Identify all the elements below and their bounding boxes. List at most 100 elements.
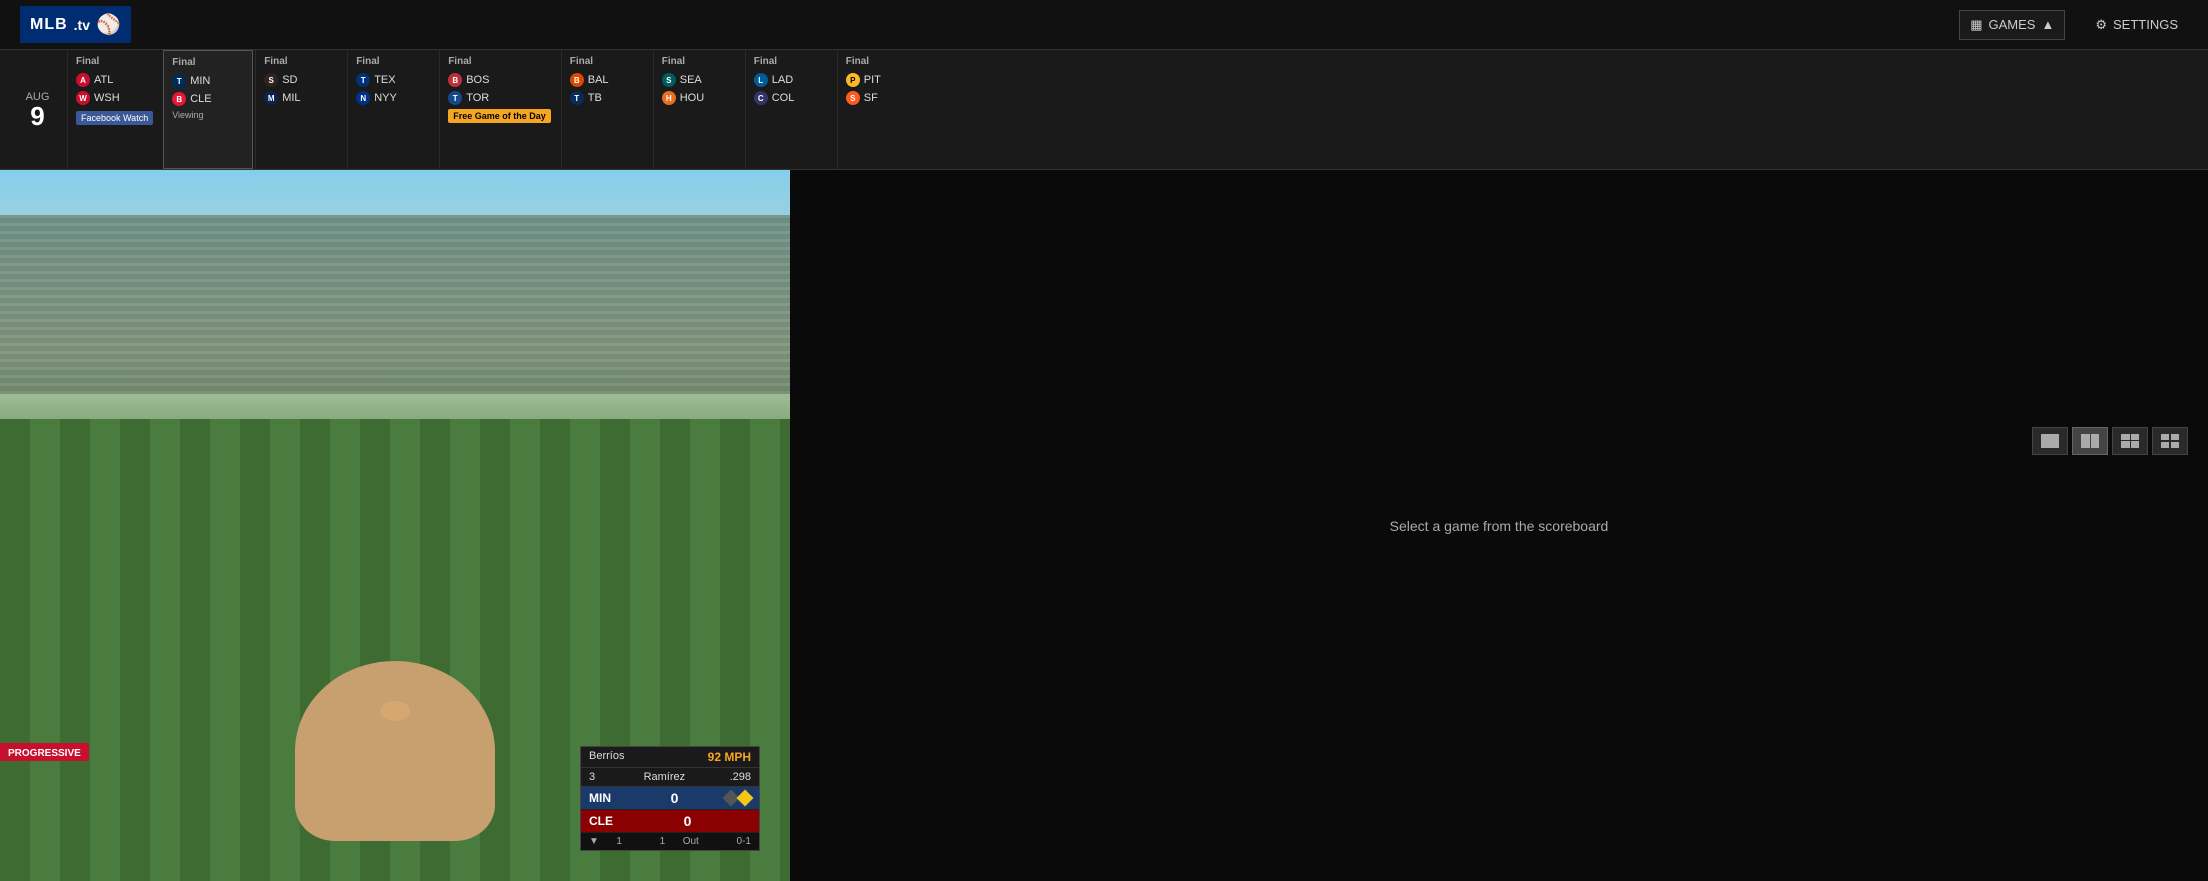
settings-button[interactable]: ⚙ SETTINGS: [2085, 11, 2188, 39]
team-name-bos: BOS: [466, 74, 551, 86]
team-name-min: MIN: [190, 75, 244, 87]
min-team-name: MIN: [589, 791, 624, 805]
layout-quad-button[interactable]: [2112, 427, 2148, 455]
team-name-atl: ATL: [94, 74, 153, 86]
scorebox-pitcher-row: Berríos 92 MPH: [581, 747, 759, 768]
team-icon-lad: L: [754, 73, 768, 87]
team-icon-min: T: [172, 74, 186, 88]
baseball-icon: ⚾: [96, 12, 121, 37]
team-row-lad: L LAD: [754, 73, 827, 87]
game-status-bal-tb: Final: [570, 56, 643, 67]
team-row-cle: B CLE: [172, 92, 244, 106]
select-game-message: Select a game from the scoreboard: [1390, 518, 1609, 534]
progressive-text: PROGRESSIVE: [8, 748, 81, 759]
team-row-tex: T TEX: [356, 73, 429, 87]
team-icon-tor: T: [448, 91, 462, 105]
header-right: ▦ GAMES ▲ ⚙ SETTINGS: [1959, 10, 2188, 40]
team-row-tor: T TOR: [448, 91, 551, 105]
team-row-tb: T TB: [570, 91, 643, 105]
base-diamond-1: [725, 792, 751, 804]
pitch-count: 0-1: [737, 836, 751, 847]
team-row-nyy: N NYY: [356, 91, 429, 105]
calendar-icon: ▦: [1970, 17, 1982, 33]
team-icon-tex: T: [356, 73, 370, 87]
base-1b: [737, 790, 754, 807]
pitcher-name: Berríos: [589, 750, 624, 764]
team-name-tex: TEX: [374, 74, 429, 86]
team-icon-nyy: N: [356, 91, 370, 105]
game-status-atl-wsh: Final: [76, 56, 153, 67]
games-button[interactable]: ▦ GAMES ▲: [1959, 10, 2065, 40]
game-status-lad-col: Final: [754, 56, 827, 67]
settings-label: SETTINGS: [2113, 17, 2178, 32]
team-icon-mil: M: [264, 91, 278, 105]
date-day: 9: [30, 103, 44, 129]
team-name-sd: SD: [282, 74, 337, 86]
team-icon-tb: T: [570, 91, 584, 105]
team-name-tor: TOR: [466, 92, 551, 104]
progressive-overlay: PROGRESSIVE: [0, 743, 89, 761]
cle-score: 0: [624, 813, 751, 829]
game-bos-tor[interactable]: Final B BOS T TOR Free Game of the Day: [439, 50, 559, 169]
batter-avg: .298: [730, 771, 751, 783]
team-name-wsh: WSH: [94, 92, 153, 104]
scorebox-teams: MIN 0 CLE 0: [581, 787, 759, 833]
team-row-sf: S SF: [846, 91, 919, 105]
team-row-pit: P PIT: [846, 73, 919, 87]
team-name-lad: LAD: [772, 74, 827, 86]
date-cell: Aug 9: [10, 50, 65, 169]
layout-quad-icon: [2121, 434, 2139, 448]
free-game-badge[interactable]: Free Game of the Day: [448, 109, 551, 123]
game-sd-mil[interactable]: Final S SD M MIL: [255, 50, 345, 169]
team-icon-bos: B: [448, 73, 462, 87]
layout-eight-button[interactable]: [2152, 427, 2188, 455]
facebook-watch-badge[interactable]: Facebook Watch: [76, 111, 153, 125]
game-bal-tb[interactable]: Final B BAL T TB: [561, 50, 651, 169]
game-status-sd-mil: Final: [264, 56, 337, 67]
game-tex-nyy[interactable]: Final T TEX N NYY: [347, 50, 437, 169]
batter-name: Ramírez: [644, 771, 686, 783]
video-panel[interactable]: BLASTER CRAFTSMAN KeyBank O+ FirstEnergy…: [0, 170, 790, 881]
team-name-sea: SEA: [680, 74, 735, 86]
mlb-logo[interactable]: MLB .tv ⚾: [20, 6, 131, 43]
game-status-bos-tor: Final: [448, 56, 551, 67]
scorebox-inning-row: ▼ 1 1 Out 0-1: [581, 833, 759, 850]
team-row-mil: M MIL: [264, 91, 337, 105]
infield: [220, 561, 570, 881]
scoreboard: Aug 9 Final A ATL W WSH Facebook Watch F…: [0, 50, 2208, 170]
games-arrow: ▲: [2041, 17, 2054, 32]
team-name-bal: BAL: [588, 74, 643, 86]
cle-score-row: CLE 0: [581, 810, 759, 833]
game-status-min-cle: Final: [172, 57, 244, 68]
game-sea-hou[interactable]: Final S SEA H HOU: [653, 50, 743, 169]
scorebox: Berríos 92 MPH 3 Ramírez .298 MIN 0: [580, 746, 760, 851]
pitcher-mound: [380, 701, 410, 721]
team-row-col: C COL: [754, 91, 827, 105]
team-row-sd: S SD: [264, 73, 337, 87]
games-label: GAMES: [1988, 17, 2035, 32]
team-icon-bal: B: [570, 73, 584, 87]
team-name-pit: PIT: [864, 74, 919, 86]
game-lad-col[interactable]: Final L LAD C COL: [745, 50, 835, 169]
scorebox-batter-row: 3 Ramírez .298: [581, 768, 759, 787]
outs-count: 1: [660, 836, 666, 847]
game-pit-sf[interactable]: Final P PIT S SF: [837, 50, 927, 169]
game-min-cle[interactable]: Final T MIN B CLE Viewing: [163, 50, 253, 169]
game-atl-wsh[interactable]: Final A ATL W WSH Facebook Watch: [67, 50, 161, 169]
video-placeholder: BLASTER CRAFTSMAN KeyBank O+ FirstEnergy…: [0, 170, 790, 881]
layout-single-button[interactable]: [2032, 427, 2068, 455]
layout-single-icon: [2041, 434, 2059, 448]
batter-number: 3: [589, 771, 595, 783]
team-row-wsh: W WSH: [76, 91, 153, 105]
infield-dirt: [295, 661, 495, 841]
pitch-speed: 92 MPH: [708, 750, 751, 764]
layout-half-button[interactable]: [2072, 427, 2108, 455]
game-status-pit-sf: Final: [846, 56, 919, 67]
viewing-label: Viewing: [172, 110, 244, 120]
logo-suffix: .tv: [74, 17, 90, 33]
logo-text: MLB: [30, 16, 68, 34]
team-row-bal: B BAL: [570, 73, 643, 87]
team-name-sf: SF: [864, 92, 919, 104]
team-icon-pit: P: [846, 73, 860, 87]
team-name-tb: TB: [588, 92, 643, 104]
